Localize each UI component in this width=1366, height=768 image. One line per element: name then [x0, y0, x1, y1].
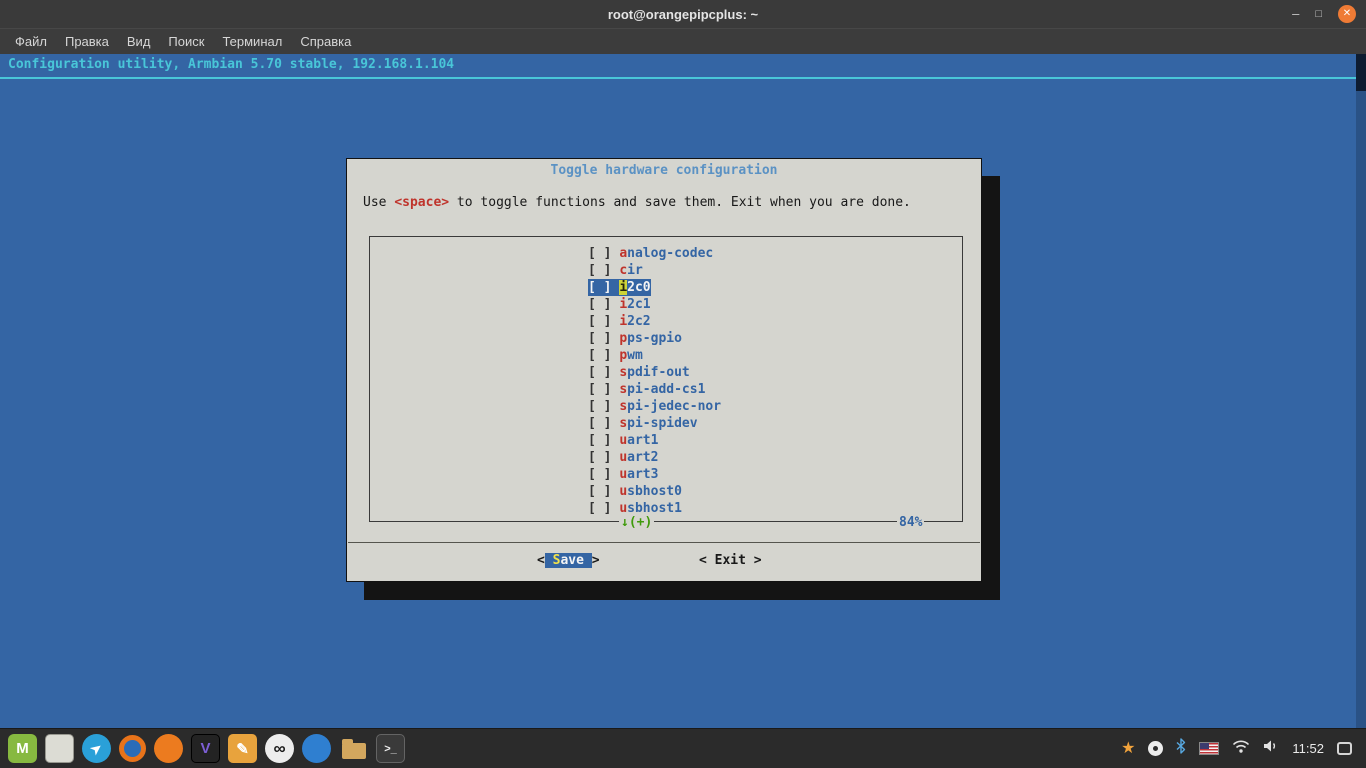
header-divider-line — [0, 77, 1356, 79]
menubar-item-help[interactable]: Справка — [291, 31, 360, 52]
terminal-scrollbar[interactable] — [1356, 54, 1366, 728]
scroll-percentage: 84% — [897, 514, 924, 531]
minimize-button[interactable]: – — [1292, 5, 1299, 23]
space-key-hint: <space> — [394, 195, 449, 210]
checkbox: [ ] — [588, 484, 619, 499]
terminal[interactable]: Configuration utility, Armbian 5.70 stab… — [0, 54, 1366, 728]
checklist-item-spi-spidev[interactable]: [ ] spi-spidev — [370, 415, 962, 432]
close-button[interactable]: ✕ — [1338, 5, 1356, 23]
keyboard-layout-flag-icon[interactable] — [1199, 742, 1219, 755]
checklist-item-pwm[interactable]: [ ] pwm — [370, 347, 962, 364]
paper-plane-icon: ➤ — [87, 739, 105, 758]
firefox-launcher[interactable] — [119, 735, 146, 762]
status-circle-icon[interactable] — [1148, 741, 1163, 756]
v-app-launcher[interactable]: V — [191, 734, 220, 763]
telegram-launcher[interactable]: ➤ — [82, 734, 111, 763]
checkbox: [ ] — [588, 263, 619, 278]
dialog-buttons: < Save > < Exit > — [347, 551, 981, 573]
checkbox: [ ] — [588, 280, 619, 295]
infinity-icon: ∞ — [273, 739, 285, 759]
checkbox: [ ] — [588, 450, 619, 465]
infinity-app-launcher[interactable]: ∞ — [265, 734, 294, 763]
armbian-config-header: Configuration utility, Armbian 5.70 stab… — [8, 57, 454, 72]
favorites-star-icon[interactable]: ★ — [1121, 741, 1135, 757]
dialog-title: Toggle hardware configuration — [347, 163, 981, 178]
checklist-item-usbhost1[interactable]: [ ] usbhost1 — [370, 500, 962, 517]
checklist-item-spi-jedec-nor[interactable]: [ ] spi-jedec-nor — [370, 398, 962, 415]
checklist-item-uart3[interactable]: [ ] uart3 — [370, 466, 962, 483]
checkbox: [ ] — [588, 467, 619, 482]
checkbox: [ ] — [588, 297, 619, 312]
checklist-item-spi-add-cs1[interactable]: [ ] spi-add-cs1 — [370, 381, 962, 398]
checklist-item-uart1[interactable]: [ ] uart1 — [370, 432, 962, 449]
pencil-icon: ✎ — [236, 740, 249, 758]
volume-icon[interactable] — [1263, 739, 1279, 758]
mint-logo-icon: M — [16, 740, 29, 757]
notifications-icon[interactable] — [1337, 742, 1352, 755]
checkbox: [ ] — [588, 433, 619, 448]
mint-menu-button[interactable]: M — [8, 734, 37, 763]
editor-launcher[interactable]: ✎ — [228, 734, 257, 763]
checklist-item-pps-gpio[interactable]: [ ] pps-gpio — [370, 330, 962, 347]
system-tray: ★ 11:52 — [1121, 738, 1358, 759]
scrollbar-thumb[interactable] — [1356, 54, 1366, 91]
checkbox: [ ] — [588, 314, 619, 329]
blue-app-launcher[interactable] — [302, 734, 331, 763]
window-controls: – □ ✕ — [1292, 0, 1356, 28]
checklist-item-analog-codec[interactable]: [ ] analog-codec — [370, 245, 962, 262]
show-desktop-button[interactable] — [45, 734, 74, 763]
window-titlebar[interactable]: root@orangepipcplus: ~ – □ ✕ — [0, 0, 1366, 28]
button-separator-line — [348, 542, 980, 543]
checkbox: [ ] — [588, 365, 619, 380]
checklist: [ ] analog-codec[ ] cir[ ] i2c0[ ] i2c1[… — [369, 236, 963, 522]
checkbox: [ ] — [588, 399, 619, 414]
taskbar-launchers: M ➤ V ✎ ∞ >_ — [8, 734, 405, 763]
checklist-item-cir[interactable]: [ ] cir — [370, 262, 962, 279]
checklist-item-i2c1[interactable]: [ ] i2c1 — [370, 296, 962, 313]
menubar-item-terminal[interactable]: Терминал — [213, 31, 291, 52]
v-app-icon: V — [200, 740, 210, 757]
checklist-item-uart2[interactable]: [ ] uart2 — [370, 449, 962, 466]
instruction-post: to toggle functions and save them. Exit … — [449, 195, 911, 210]
terminal-launcher[interactable]: >_ — [376, 734, 405, 763]
folder-icon — [342, 743, 366, 759]
checklist-item-i2c2[interactable]: [ ] i2c2 — [370, 313, 962, 330]
checklist-item-spdif-out[interactable]: [ ] spdif-out — [370, 364, 962, 381]
checkbox: [ ] — [588, 331, 619, 346]
save-button[interactable]: < Save > — [537, 551, 600, 571]
maximize-button[interactable]: □ — [1315, 5, 1322, 23]
checklist-item-usbhost0[interactable]: [ ] usbhost0 — [370, 483, 962, 500]
checkbox: [ ] — [588, 416, 619, 431]
menubar-item-view[interactable]: Вид — [118, 31, 160, 52]
orange-app-launcher[interactable] — [154, 734, 183, 763]
menubar-item-search[interactable]: Поиск — [159, 31, 213, 52]
checkbox: [ ] — [588, 501, 619, 516]
window-title: root@orangepipcplus: ~ — [608, 7, 758, 22]
toggle-hardware-dialog: Toggle hardware configuration Use <space… — [346, 158, 982, 582]
clock[interactable]: 11:52 — [1292, 741, 1324, 756]
scroll-more-indicator: ↓(+) — [619, 514, 654, 531]
bluetooth-icon[interactable] — [1176, 738, 1186, 759]
menubar-item-edit[interactable]: Правка — [56, 31, 118, 52]
menubar-item-file[interactable]: Файл — [6, 31, 56, 52]
checkbox: [ ] — [588, 246, 619, 261]
wifi-icon[interactable] — [1232, 740, 1250, 758]
checkbox: [ ] — [588, 348, 619, 363]
checklist-item-i2c0[interactable]: [ ] i2c0 — [370, 279, 962, 296]
taskbar: M ➤ V ✎ ∞ >_ ★ — [0, 728, 1366, 768]
screen: root@orangepipcplus: ~ – □ ✕ ФайлПравкаВ… — [0, 0, 1366, 768]
exit-button[interactable]: < Exit > — [699, 551, 762, 571]
terminal-prompt-icon: >_ — [384, 743, 397, 755]
menubar: ФайлПравкаВидПоискТерминалСправка — [0, 28, 1366, 54]
instruction-pre: Use — [363, 195, 394, 210]
checkbox: [ ] — [588, 382, 619, 397]
dialog-instruction: Use <space> to toggle functions and save… — [363, 195, 911, 210]
file-manager-launcher[interactable] — [339, 734, 368, 763]
